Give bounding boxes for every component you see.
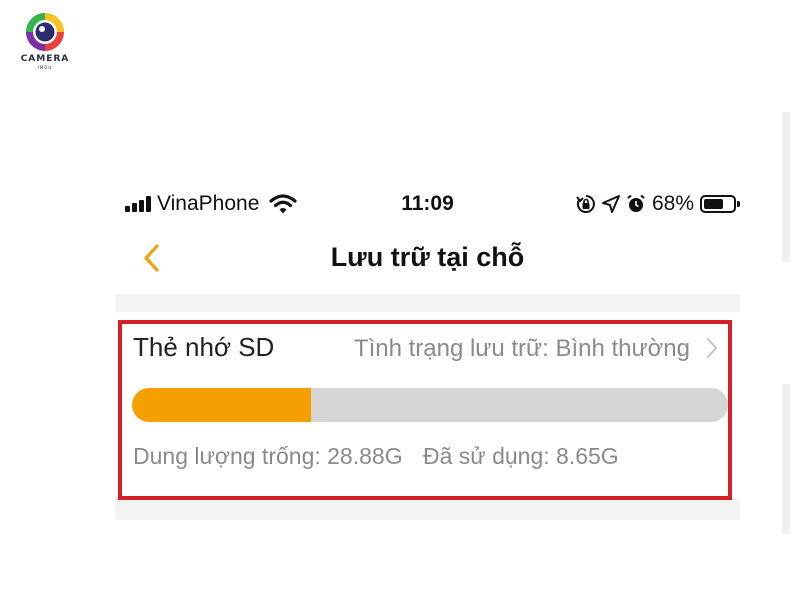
wifi-icon — [269, 194, 297, 214]
sd-card-label: Thẻ nhớ SD — [133, 332, 275, 362]
status-bar: VinaPhone 11:09 68% — [115, 192, 740, 216]
storage-status: Tình trạng lưu trữ: Bình thường — [353, 335, 690, 362]
battery-icon — [700, 195, 740, 213]
camera-imou-logo: CAMERA IMOU — [14, 10, 76, 72]
edge-divider — [782, 384, 790, 534]
location-arrow-icon — [601, 195, 620, 213]
sd-card-storage-card: Thẻ nhớ SD Tình trạng lưu trữ: Bình thườ… — [115, 312, 740, 498]
alarm-clock-icon — [627, 194, 645, 212]
edge-divider — [782, 112, 790, 262]
capacity-info: Dung lượng trống: 28.88G Đã sử dụng: 8.6… — [133, 443, 619, 470]
back-button[interactable] — [137, 240, 167, 276]
chevron-right-icon — [707, 338, 717, 358]
storage-usage-fill — [132, 388, 311, 422]
page-title: Lưu trữ tại chỗ — [330, 242, 525, 272]
sd-card-row[interactable]: Thẻ nhớ SD Tình trạng lưu trữ: Bình thườ… — [115, 312, 740, 372]
battery-percentage: 68% — [651, 192, 694, 215]
chevron-left-icon — [144, 244, 159, 272]
battery-level-fill — [704, 199, 723, 209]
phone-screen: VinaPhone 11:09 68% Lưu trữ tại chỗ Thẻ … — [115, 180, 740, 520]
signal-icon — [125, 196, 155, 212]
nav-bar: Lưu trữ tại chỗ — [115, 234, 740, 282]
rotation-lock-icon — [576, 195, 595, 213]
camera-lens-icon — [26, 13, 64, 51]
status-right-group: 68% — [576, 192, 740, 216]
carrier-name: VinaPhone — [157, 192, 260, 215]
storage-usage-bar — [132, 388, 728, 422]
logo-subtitle: IMOU — [37, 65, 53, 70]
page: CAMERA IMOU VinaPhone 11:09 68% Lưu trữ … — [0, 0, 800, 600]
used-space-text: Đã sử dụng: 8.65G — [422, 443, 619, 469]
free-space-text: Dung lượng trống: 28.88G — [133, 443, 403, 469]
logo-wordmark: CAMERA — [20, 54, 70, 64]
